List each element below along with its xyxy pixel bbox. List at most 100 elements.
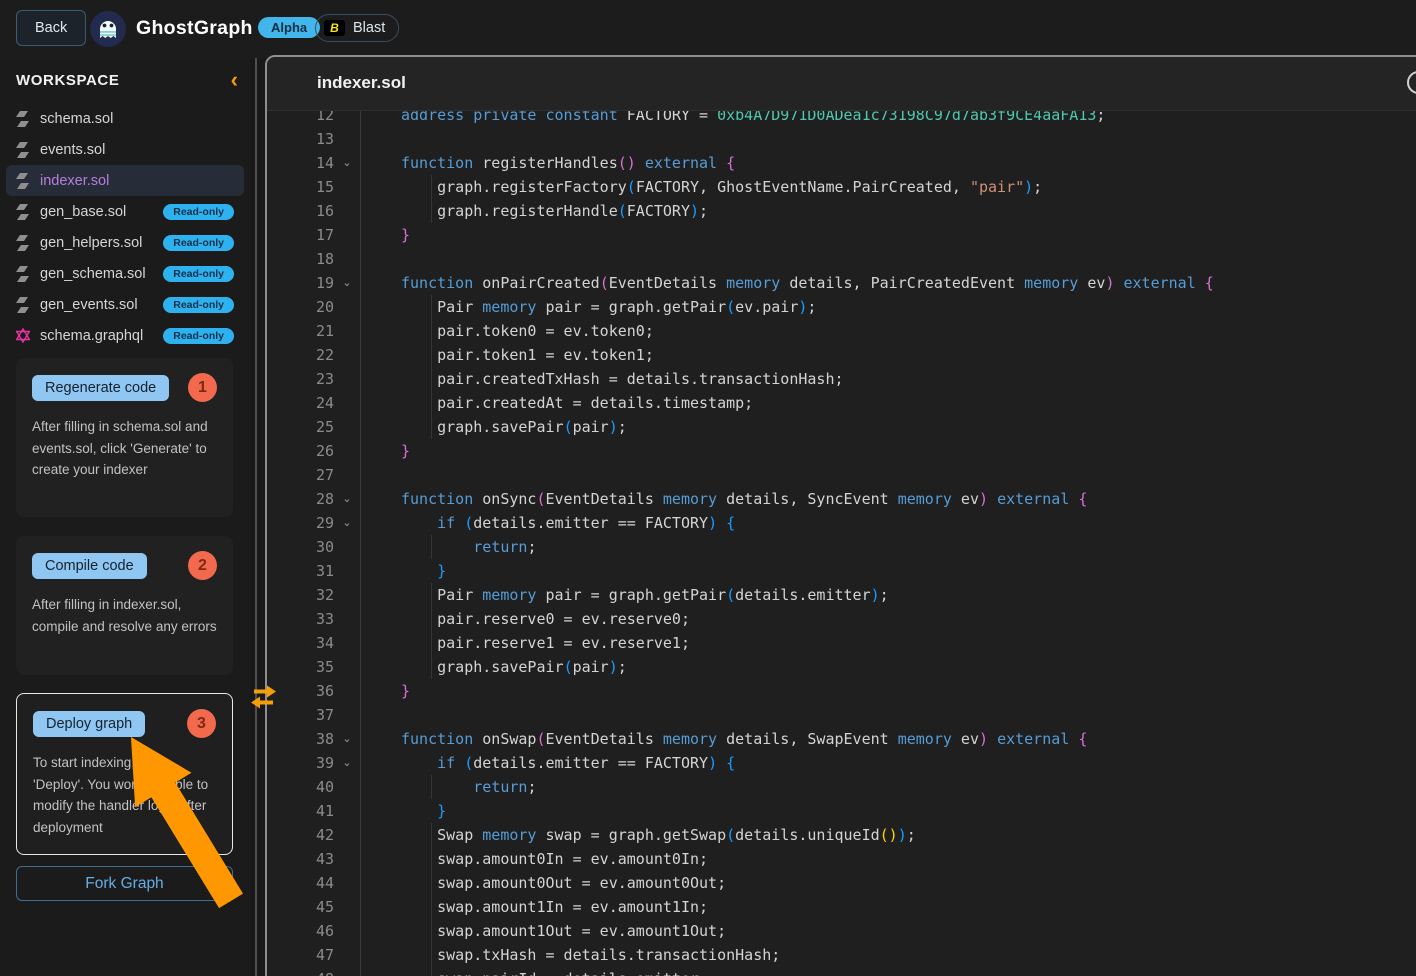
code-line-19[interactable]: 19⌄function onPairCreated(EventDetails m…	[267, 271, 1416, 295]
line-number: 23	[267, 367, 334, 391]
file-label: indexer.sol	[40, 173, 109, 189]
sidebar-file-gen_helpers-sol[interactable]: gen_helpers.solRead-only	[6, 227, 244, 258]
code-text: swap.pairId = details.emitter;	[360, 967, 1416, 976]
code-text: swap.txHash = details.transactionHash;	[360, 943, 1416, 967]
indent-guide	[431, 391, 432, 415]
code-line-47[interactable]: 47 swap.txHash = details.transactionHash…	[267, 943, 1416, 967]
code-line-30[interactable]: 30 return;	[267, 535, 1416, 559]
line-number: 35	[267, 655, 334, 679]
line-number: 34	[267, 631, 334, 655]
code-line-48[interactable]: 48 swap.pairId = details.emitter;	[267, 967, 1416, 976]
solidity-icon	[16, 111, 30, 127]
code-line-29[interactable]: 29⌄ if (details.emitter == FACTORY) {	[267, 511, 1416, 535]
code-line-34[interactable]: 34 pair.reserve1 = ev.reserve1;	[267, 631, 1416, 655]
fold-spacer	[334, 871, 360, 895]
ghostgraph-app: Back GhostGraph Alpha B Blast WORKSPACE …	[0, 0, 1416, 976]
step-panel-1: Regenerate code1After filling in schema.…	[16, 358, 233, 517]
fold-spacer	[334, 847, 360, 871]
fold-spacer	[334, 439, 360, 463]
code-text: pair.reserve0 = ev.reserve0;	[360, 607, 1416, 631]
code-line-28[interactable]: 28⌄function onSync(EventDetails memory d…	[267, 487, 1416, 511]
code-line-46[interactable]: 46 swap.amount1Out = ev.amount1Out;	[267, 919, 1416, 943]
code-text: }	[360, 559, 1416, 583]
regenerate-code-button[interactable]: Regenerate code	[32, 375, 169, 401]
code-line-13[interactable]: 13	[267, 127, 1416, 151]
step-panel-3: Deploy graph3To start indexing, click 'D…	[16, 693, 233, 855]
fold-spacer	[334, 703, 360, 727]
code-text: swap.amount1Out = ev.amount1Out;	[360, 919, 1416, 943]
code-line-32[interactable]: 32 Pair memory pair = graph.getPair(deta…	[267, 583, 1416, 607]
code-editor-panel: indexer.sol 12address private constant F…	[265, 55, 1416, 976]
code-line-16[interactable]: 16 graph.registerHandle(FACTORY);	[267, 199, 1416, 223]
top-header-bar: Back GhostGraph Alpha B Blast	[0, 0, 1416, 58]
deploy-graph-button[interactable]: Deploy graph	[33, 711, 145, 737]
code-line-21[interactable]: 21 pair.token0 = ev.token0;	[267, 319, 1416, 343]
code-line-45[interactable]: 45 swap.amount1In = ev.amount1In;	[267, 895, 1416, 919]
code-line-39[interactable]: 39⌄ if (details.emitter == FACTORY) {	[267, 751, 1416, 775]
blast-network-badge[interactable]: B Blast	[315, 14, 399, 42]
code-line-23[interactable]: 23 pair.createdTxHash = details.transact…	[267, 367, 1416, 391]
sidebar-file-events-sol[interactable]: events.sol	[6, 134, 244, 165]
sidebar-file-schema-graphql[interactable]: schema.graphqlRead-only	[6, 320, 244, 351]
sidebar-file-schema-sol[interactable]: schema.sol	[6, 103, 244, 134]
code-line-38[interactable]: 38⌄function onSwap(EventDetails memory d…	[267, 727, 1416, 751]
line-number: 14	[267, 151, 334, 175]
line-number: 45	[267, 895, 334, 919]
sidebar-file-indexer-sol[interactable]: indexer.sol	[6, 165, 244, 196]
code-line-12[interactable]: 12address private constant FACTORY = 0xb…	[267, 111, 1416, 127]
code-area[interactable]: 12address private constant FACTORY = 0xb…	[267, 111, 1416, 976]
sidebar-file-gen_schema-sol[interactable]: gen_schema.solRead-only	[6, 258, 244, 289]
code-line-42[interactable]: 42 Swap memory swap = graph.getSwap(deta…	[267, 823, 1416, 847]
code-line-36[interactable]: 36}	[267, 679, 1416, 703]
code-line-15[interactable]: 15 graph.registerFactory(FACTORY, GhostE…	[267, 175, 1416, 199]
code-line-27[interactable]: 27	[267, 463, 1416, 487]
code-line-20[interactable]: 20 Pair memory pair = graph.getPair(ev.p…	[267, 295, 1416, 319]
fork-graph-button[interactable]: Fork Graph	[16, 866, 233, 901]
step-number-badge: 2	[188, 551, 217, 580]
code-line-24[interactable]: 24 pair.createdAt = details.timestamp;	[267, 391, 1416, 415]
compile-code-button[interactable]: Compile code	[32, 553, 147, 579]
fold-spacer	[334, 535, 360, 559]
fold-chevron-icon[interactable]: ⌄	[334, 727, 360, 751]
fold-spacer	[334, 583, 360, 607]
code-line-41[interactable]: 41 }	[267, 799, 1416, 823]
code-line-22[interactable]: 22 pair.token1 = ev.token1;	[267, 343, 1416, 367]
fold-spacer	[334, 919, 360, 943]
code-line-33[interactable]: 33 pair.reserve0 = ev.reserve0;	[267, 607, 1416, 631]
readonly-badge: Read-only	[163, 328, 234, 344]
fold-chevron-icon[interactable]: ⌄	[334, 487, 360, 511]
fold-chevron-icon[interactable]: ⌄	[334, 511, 360, 535]
code-line-44[interactable]: 44 swap.amount0Out = ev.amount0Out;	[267, 871, 1416, 895]
line-number: 40	[267, 775, 334, 799]
fold-chevron-icon[interactable]: ⌄	[334, 151, 360, 175]
indent-guide	[431, 775, 432, 799]
code-line-43[interactable]: 43 swap.amount0In = ev.amount0In;	[267, 847, 1416, 871]
fold-chevron-icon[interactable]: ⌄	[334, 271, 360, 295]
fold-chevron-icon[interactable]: ⌄	[334, 751, 360, 775]
readonly-badge: Read-only	[163, 235, 234, 251]
code-line-25[interactable]: 25 graph.savePair(pair);	[267, 415, 1416, 439]
code-line-37[interactable]: 37	[267, 703, 1416, 727]
ghost-logo-icon	[90, 11, 126, 47]
fold-spacer	[334, 415, 360, 439]
code-text: pair.createdTxHash = details.transaction…	[360, 367, 1416, 391]
sidebar-file-gen_base-sol[interactable]: gen_base.solRead-only	[6, 196, 244, 227]
collapse-sidebar-icon[interactable]: ‹	[231, 67, 238, 93]
gear-icon[interactable]	[1407, 71, 1416, 94]
line-number: 42	[267, 823, 334, 847]
code-text: function registerHandles() external {	[360, 151, 1416, 175]
code-line-35[interactable]: 35 graph.savePair(pair);	[267, 655, 1416, 679]
code-line-17[interactable]: 17}	[267, 223, 1416, 247]
code-line-31[interactable]: 31 }	[267, 559, 1416, 583]
indent-guide	[431, 871, 432, 895]
line-number: 33	[267, 607, 334, 631]
resize-handle-icon[interactable]	[246, 682, 282, 712]
code-line-40[interactable]: 40 return;	[267, 775, 1416, 799]
back-button[interactable]: Back	[16, 10, 86, 46]
code-line-18[interactable]: 18	[267, 247, 1416, 271]
code-line-14[interactable]: 14⌄function registerHandles() external {	[267, 151, 1416, 175]
sidebar-file-gen_events-sol[interactable]: gen_events.solRead-only	[6, 289, 244, 320]
code-line-26[interactable]: 26}	[267, 439, 1416, 463]
fold-spacer	[334, 199, 360, 223]
line-number: 27	[267, 463, 334, 487]
